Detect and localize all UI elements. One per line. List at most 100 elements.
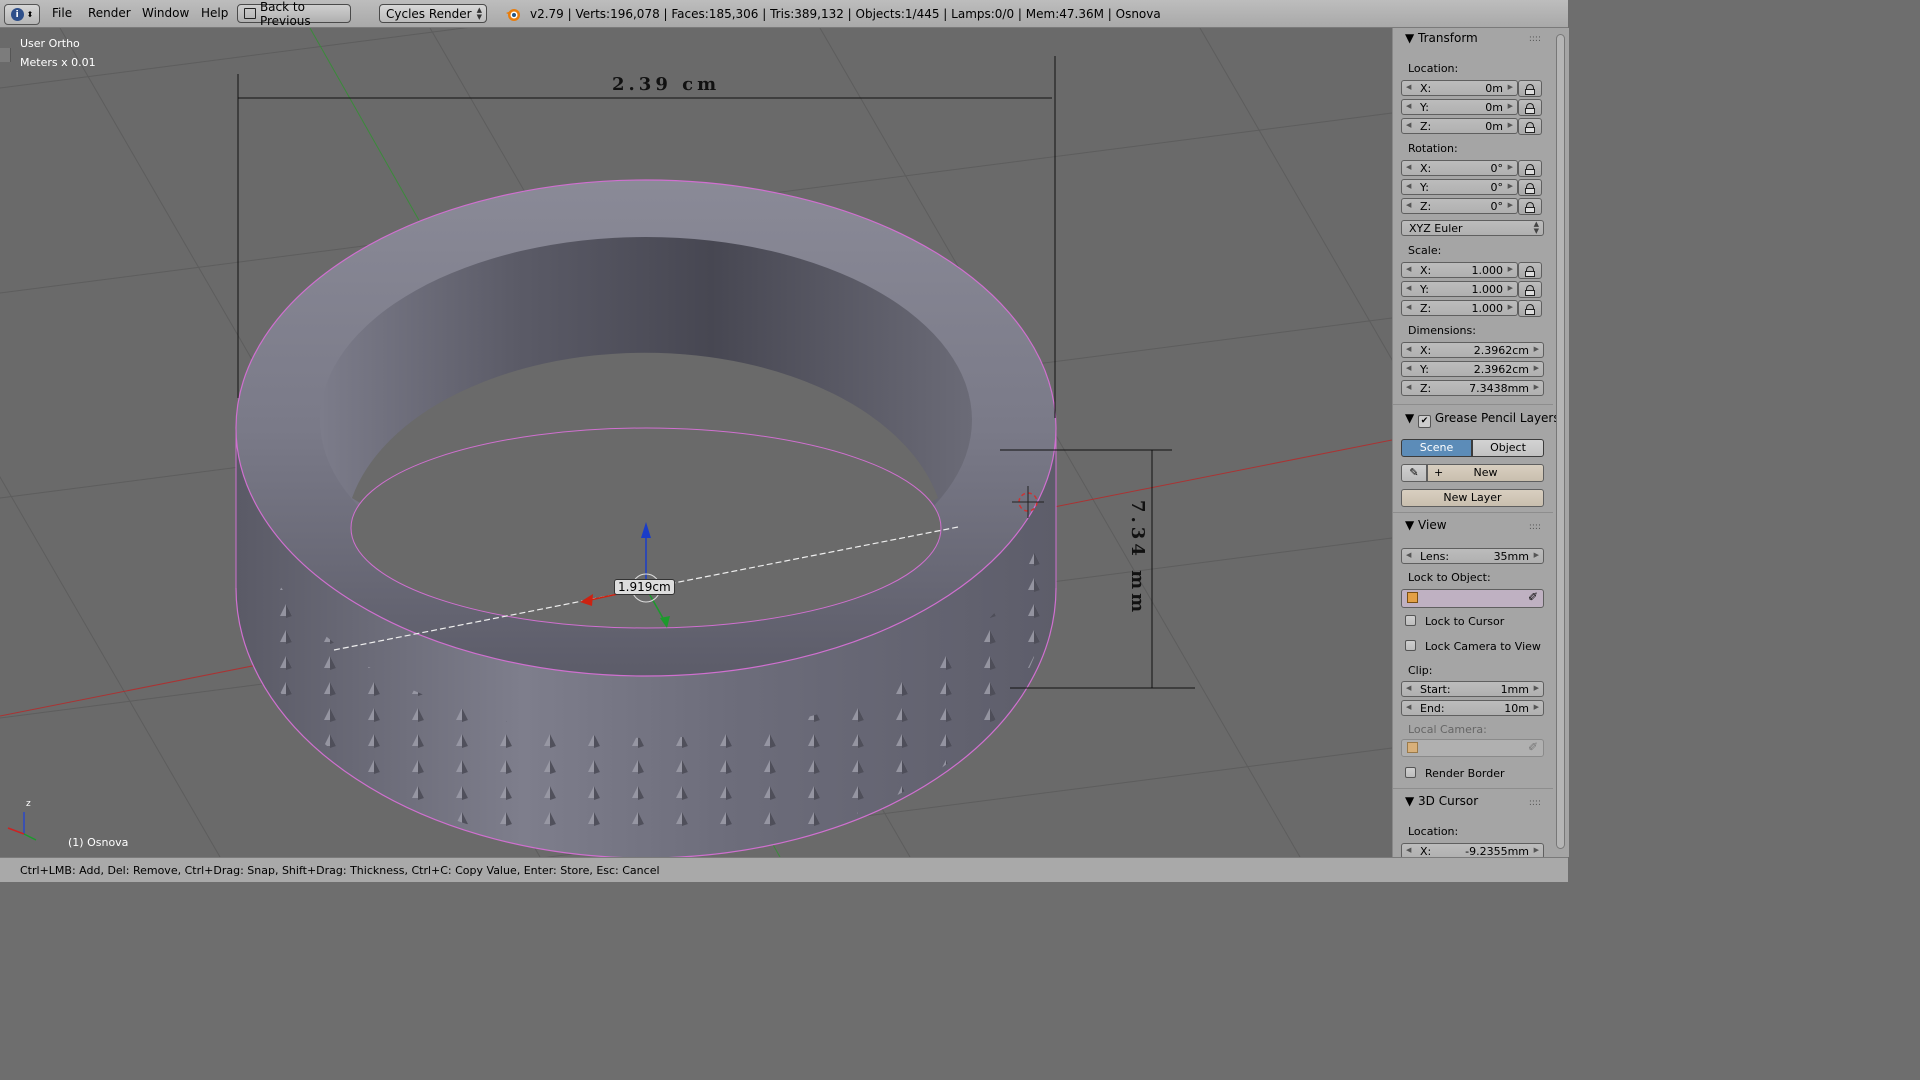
dimension-x-field[interactable]: ◀ X: 2.3962cm ▶: [1401, 342, 1544, 358]
blender-logo-icon: [506, 9, 520, 21]
local-camera-field[interactable]: ✐: [1401, 739, 1544, 757]
lock-icon[interactable]: [1518, 80, 1542, 97]
menu-file[interactable]: File: [52, 6, 72, 20]
lock-icon[interactable]: [1518, 281, 1542, 298]
new-grease-data-button[interactable]: + New: [1427, 464, 1544, 482]
status-hint-text: Ctrl+LMB: Add, Del: Remove, Ctrl+Drag: S…: [20, 864, 660, 877]
scale-x-field[interactable]: ◀ X: 1.000 ▶: [1401, 262, 1518, 278]
dimensions-label: Dimensions:: [1408, 324, 1476, 337]
dimension-width-label: 2.39 cm: [612, 74, 721, 95]
axis-label: X:: [1420, 162, 1432, 175]
clip-end-field[interactable]: ◀ End: 10m ▶: [1401, 700, 1544, 716]
eyedropper-icon[interactable]: ✐: [1528, 740, 1538, 754]
drag-handle-icon[interactable]: ::::: [1529, 34, 1541, 44]
field-value: 0°: [1490, 181, 1504, 194]
location-y-field[interactable]: ◀ Y: 0m ▶: [1401, 99, 1518, 115]
select-arrows-icon: ▲ ▼: [1533, 220, 1539, 235]
menu-help[interactable]: Help: [201, 6, 228, 20]
lens-field[interactable]: ◀ Lens: 35mm ▶: [1401, 548, 1544, 564]
clip-start-field[interactable]: ◀ Start: 1mm ▶: [1401, 681, 1544, 697]
field-value: 0m: [1485, 120, 1503, 133]
pencil-icon[interactable]: ✎: [1401, 464, 1427, 482]
tab-scene[interactable]: Scene: [1401, 439, 1472, 457]
3d-viewport[interactable]: User Ortho Meters x 0.01 (1) Osnova z 2.…: [0, 28, 1392, 857]
lock-to-cursor-checkbox[interactable]: [1405, 615, 1416, 626]
render-border-checkbox[interactable]: [1405, 767, 1416, 778]
transform-header[interactable]: ▼ Transform: [1405, 31, 1478, 45]
field-value: 0°: [1490, 200, 1504, 213]
rotation-x-field[interactable]: ◀ X: 0° ▶: [1401, 160, 1518, 176]
active-object-label: (1) Osnova: [68, 836, 129, 849]
scale-z-field[interactable]: ◀ Z: 1.000 ▶: [1401, 300, 1518, 316]
grease-pencil-header[interactable]: ▼ ✔ Grease Pencil Layers: [1405, 411, 1560, 428]
axis-label: X:: [1420, 82, 1432, 95]
lock-icon[interactable]: [1518, 262, 1542, 279]
back-icon: [244, 8, 256, 19]
menu-window[interactable]: Window: [142, 6, 189, 20]
lock-icon[interactable]: [1518, 99, 1542, 116]
new-layer-button[interactable]: New Layer: [1401, 489, 1544, 507]
divider: [1393, 404, 1553, 405]
select-arrows-icon: ▲ ▼: [476, 6, 482, 21]
dimension-y-field[interactable]: ◀ Y: 2.3962cm ▶: [1401, 361, 1544, 377]
checkbox-icon[interactable]: ✔: [1418, 415, 1432, 428]
field-value: 1.000: [1471, 264, 1504, 277]
view-header[interactable]: ▼ View: [1405, 518, 1447, 532]
eyedropper-icon[interactable]: ✐: [1528, 590, 1538, 604]
lock-icon[interactable]: [1518, 118, 1542, 135]
rotation-mode-select[interactable]: XYZ Euler ▲ ▼: [1401, 220, 1544, 236]
axis-label: Y:: [1420, 283, 1429, 296]
lock-icon[interactable]: [1518, 198, 1542, 215]
editor-type-button[interactable]: i ⬍: [4, 4, 40, 25]
location-x-field[interactable]: ◀ X: 0m ▶: [1401, 80, 1518, 96]
lock-to-cursor-label: Lock to Cursor: [1425, 615, 1505, 628]
lock-icon[interactable]: [1518, 179, 1542, 196]
axis-label: X:: [1420, 845, 1432, 857]
back-to-previous-button[interactable]: Back to Previous: [237, 0, 351, 28]
clip-label: Clip:: [1408, 664, 1433, 677]
dimension-z-field[interactable]: ◀ Z: 7.3438mm ▶: [1401, 380, 1544, 396]
field-label: Lens:: [1420, 550, 1450, 563]
render-engine-select[interactable]: Cycles Render ▲ ▼: [379, 4, 487, 23]
divider: [1393, 788, 1553, 789]
axis-indicator: [7, 812, 37, 841]
field-label: Start:: [1420, 683, 1451, 696]
axis-label: Z:: [1420, 200, 1432, 213]
field-value: 0°: [1490, 162, 1504, 175]
scale-y-field[interactable]: ◀ Y: 1.000 ▶: [1401, 281, 1518, 297]
tab-object[interactable]: Object: [1472, 439, 1544, 457]
ring-object[interactable]: [235, 179, 1057, 857]
field-value: 35mm: [1493, 550, 1529, 563]
lock-camera-label: Lock Camera to View: [1425, 640, 1541, 653]
axis-label: Y:: [1420, 363, 1429, 376]
rotation-y-field[interactable]: ◀ Y: 0° ▶: [1401, 179, 1518, 195]
render-border-label: Render Border: [1425, 767, 1505, 780]
field-value: -9.2355mm: [1465, 845, 1529, 857]
drag-handle-icon[interactable]: ::::: [1529, 798, 1541, 808]
cursor-x-field[interactable]: ◀ X: -9.2355mm ▶: [1401, 843, 1544, 857]
rotation-z-field[interactable]: ◀ Z: 0° ▶: [1401, 198, 1518, 214]
lock-icon[interactable]: [1518, 300, 1542, 317]
field-value: 1.000: [1471, 302, 1504, 315]
drag-handle-icon[interactable]: ::::: [1529, 522, 1541, 532]
field-value: 0m: [1485, 101, 1503, 114]
panel-scrollbar[interactable]: [1556, 34, 1565, 849]
toolshelf-toggle[interactable]: [0, 48, 11, 62]
menu-render[interactable]: Render: [88, 6, 131, 20]
location-z-field[interactable]: ◀ Z: 0m ▶: [1401, 118, 1518, 134]
3d-cursor-header[interactable]: ▼ 3D Cursor: [1405, 794, 1478, 808]
camera-object-icon: [1407, 742, 1418, 753]
lock-camera-checkbox[interactable]: [1405, 640, 1416, 651]
grease-pencil-title: Grease Pencil Layers: [1434, 411, 1560, 425]
lock-to-object-label: Lock to Object:: [1408, 571, 1491, 584]
3d-cursor-title: 3D Cursor: [1418, 794, 1479, 808]
scale-label: Scale:: [1408, 244, 1442, 257]
lock-object-field[interactable]: ✐: [1401, 589, 1544, 608]
axis-z-label: z: [26, 799, 31, 809]
axis-label: Z:: [1420, 302, 1432, 315]
lock-icon[interactable]: [1518, 160, 1542, 177]
ruler-value-label: 1.919cm: [614, 579, 675, 595]
field-value: 0m: [1485, 82, 1503, 95]
view-title: View: [1418, 518, 1447, 532]
field-value: 7.3438mm: [1469, 382, 1529, 395]
